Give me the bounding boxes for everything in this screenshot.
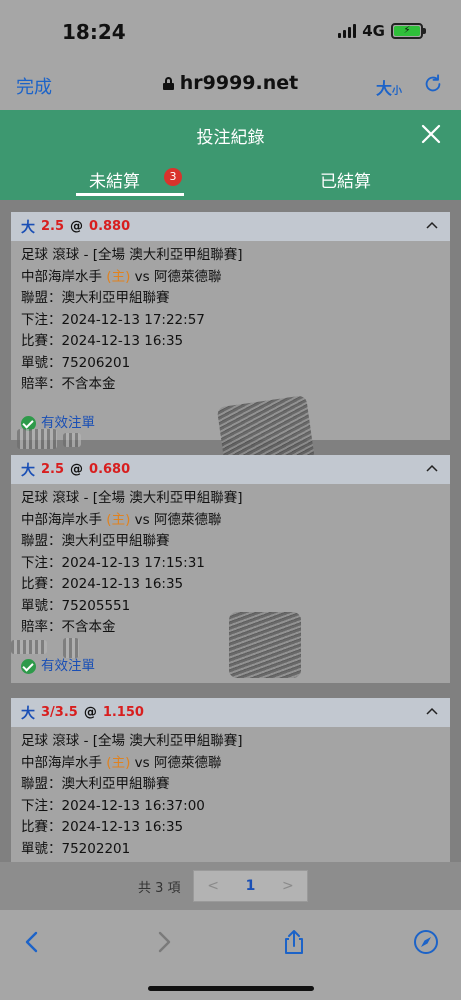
pager-controls: < 1 > <box>193 870 308 902</box>
bet-league: 聯盟：澳大利亞甲組聯賽 <box>21 290 170 306</box>
bet-pick: 大 <box>21 705 35 722</box>
bet-at: @ <box>83 705 97 720</box>
url-text: hr9999.net <box>179 72 299 94</box>
text-size-small: 小 <box>392 86 403 97</box>
compass-icon[interactable] <box>412 928 440 956</box>
active-tab-indicator <box>76 193 184 196</box>
browser-bar: 完成 hr9999.net 大小 <box>0 62 461 110</box>
bet-card: 大 2.5 @ 0.880 足球 滾球 - [全場 澳大利亞甲組聯賽] 中部海岸… <box>11 212 450 475</box>
redaction-blur <box>11 640 47 654</box>
modal-title: 投注紀錄 <box>196 128 265 148</box>
text-size-big: 大 <box>376 79 393 98</box>
tab-bar: 未結算 3 已結算 <box>0 158 461 200</box>
away-team: 阿德萊德聯 <box>153 268 222 285</box>
text-size-button[interactable]: 大小 <box>376 75 402 99</box>
status-time: 18:24 <box>62 20 126 44</box>
check-icon <box>21 658 36 674</box>
reload-icon[interactable] <box>422 73 444 95</box>
bet-odds: 0.680 <box>89 462 131 477</box>
bet-sport: 足球 滾球 - [全場 澳大利亞甲組聯賽] <box>21 247 243 263</box>
bet-league: 聯盟：澳大利亞甲組聯賽 <box>21 533 170 549</box>
bet-teams: 中部海岸水手 (主) vs 阿德萊德聯 <box>21 753 440 775</box>
bet-card: 大 2.5 @ 0.680 足球 滾球 - [全場 澳大利亞甲組聯賽] 中部海岸… <box>11 455 450 683</box>
bet-sport: 足球 滾球 - [全場 澳大利亞甲組聯賽] <box>21 733 243 749</box>
home-tag: (主) <box>106 268 131 285</box>
bet-league: 聯盟：澳大利亞甲組聯賽 <box>21 776 170 792</box>
chevron-up-icon[interactable] <box>426 707 438 715</box>
away-team: 阿德萊德聯 <box>153 511 222 528</box>
close-icon[interactable] <box>419 122 443 146</box>
bet-card-header[interactable]: 大 2.5 @ 0.880 <box>11 212 450 241</box>
pager-prev-button[interactable]: < <box>207 878 219 894</box>
bet-placed-time: 下注：2024-12-13 17:15:31 <box>21 554 205 571</box>
bet-teams: 中部海岸水手 (主) vs 阿德萊德聯 <box>21 267 440 289</box>
bet-at: @ <box>70 219 84 234</box>
bet-pick: 大 <box>21 219 35 236</box>
vs-label: vs <box>134 268 150 285</box>
bet-odds: 0.880 <box>89 219 131 234</box>
redaction-blur <box>63 433 81 447</box>
browser-toolbar <box>0 910 461 1000</box>
pager-total: 共 3 項 <box>138 881 181 896</box>
bet-teams: 中部海岸水手 (主) vs 阿德萊德聯 <box>21 510 440 532</box>
forward-icon[interactable] <box>150 928 178 956</box>
bet-placed-time: 下注：2024-12-13 17:22:57 <box>21 311 205 328</box>
bet-sport: 足球 滾球 - [全場 澳大利亞甲組聯賽] <box>21 490 243 506</box>
lock-icon <box>162 77 174 90</box>
vs-label: vs <box>134 511 150 528</box>
bet-card-body: 足球 滾球 - [全場 澳大利亞甲組聯賽] 中部海岸水手 (主) vs 阿德萊德… <box>11 484 450 683</box>
bet-card-header[interactable]: 大 3/3.5 @ 1.150 <box>11 698 450 727</box>
unsettled-count-badge: 3 <box>164 168 182 186</box>
redaction-blur <box>17 429 57 449</box>
home-team: 中部海岸水手 <box>21 268 102 285</box>
pagination: 共 3 項 < 1 > <box>0 862 461 910</box>
bet-card-body: 足球 滾球 - [全場 澳大利亞甲組聯賽] 中部海岸水手 (主) vs 阿德萊德… <box>11 727 450 862</box>
redaction-blur <box>63 638 79 658</box>
bet-card-body: 足球 滾球 - [全場 澳大利亞甲組聯賽] 中部海岸水手 (主) vs 阿德萊德… <box>11 241 450 475</box>
bet-card: 大 3/3.5 @ 1.150 足球 滾球 - [全場 澳大利亞甲組聯賽] 中部… <box>11 698 450 862</box>
home-tag: (主) <box>106 754 131 771</box>
pager-next-button[interactable]: > <box>282 878 294 894</box>
bet-odds: 1.150 <box>102 705 144 720</box>
tab-settled[interactable]: 已結算 <box>320 167 371 192</box>
home-indicator <box>148 986 314 991</box>
battery-icon: ⚡ <box>391 23 426 39</box>
home-team: 中部海岸水手 <box>21 754 102 771</box>
bet-pick: 大 <box>21 462 35 479</box>
bet-line: 2.5 <box>41 219 65 234</box>
pager-current-page[interactable]: 1 <box>246 878 256 894</box>
chevron-up-icon[interactable] <box>426 464 438 472</box>
bet-list[interactable]: 大 2.5 @ 0.880 足球 滾球 - [全場 澳大利亞甲組聯賽] 中部海岸… <box>0 200 461 862</box>
share-icon[interactable] <box>280 928 308 956</box>
bet-ticket-number: 單號：75206201 <box>21 354 131 371</box>
signal-icon <box>338 24 357 38</box>
tab-unsettled[interactable]: 未結算 <box>89 167 140 192</box>
bet-status-label: 有效注單 <box>41 657 95 674</box>
bet-line: 2.5 <box>41 462 65 477</box>
network-label: 4G <box>362 22 385 40</box>
modal-header: 投注紀錄 <box>0 110 461 158</box>
bet-odds-type: 賠率：不含本金 <box>21 376 116 392</box>
chevron-up-icon[interactable] <box>426 221 438 229</box>
bet-match-time: 比賽：2024-12-13 16:35 <box>21 576 184 592</box>
vs-label: vs <box>134 754 150 771</box>
bet-match-time: 比賽：2024-12-13 16:35 <box>21 333 184 349</box>
home-team: 中部海岸水手 <box>21 511 102 528</box>
redaction-scribble <box>229 612 301 678</box>
bet-line: 3/3.5 <box>41 705 78 720</box>
bet-card-header[interactable]: 大 2.5 @ 0.680 <box>11 455 450 484</box>
status-indicators: 4G ⚡ <box>338 22 426 40</box>
away-team: 阿德萊德聯 <box>153 754 222 771</box>
bet-placed-time: 下注：2024-12-13 16:37:00 <box>21 797 205 814</box>
bet-at: @ <box>70 462 84 477</box>
back-icon[interactable] <box>18 928 46 956</box>
status-bar: 18:24 4G ⚡ <box>0 0 461 62</box>
bet-ticket-number: 單號：75202201 <box>21 840 131 857</box>
bet-match-time: 比賽：2024-12-13 16:35 <box>21 819 184 835</box>
home-tag: (主) <box>106 511 131 528</box>
